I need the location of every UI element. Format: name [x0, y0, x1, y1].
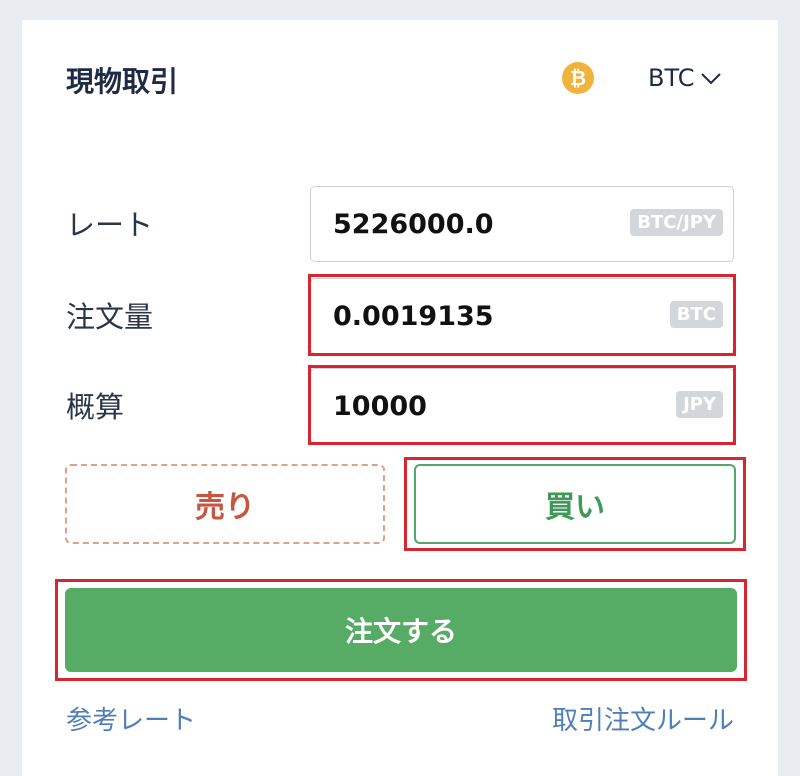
bitcoin-symbol: ₿ [569, 65, 587, 90]
reference-rate-link[interactable]: 参考レート [66, 700, 196, 737]
bitcoin-icon: ₿ [562, 62, 594, 94]
trading-rules-link[interactable]: 取引注文ルール [552, 700, 734, 737]
place-order-button[interactable]: 注文する [65, 588, 737, 672]
estimate-unit-badge: JPY [676, 391, 723, 418]
rate-label: レート [66, 208, 154, 242]
amount-label: 注文量 [66, 300, 154, 334]
rate-unit-badge: BTC/JPY [630, 209, 723, 236]
page-title: 現物取引 [66, 65, 179, 98]
chevron-down-icon [701, 73, 722, 85]
estimate-field[interactable]: JPY [310, 368, 734, 444]
amount-field[interactable]: BTC [310, 278, 734, 354]
amount-input[interactable] [311, 299, 625, 333]
estimate-input[interactable] [311, 389, 625, 423]
estimate-label: 概算 [66, 390, 125, 424]
buy-button[interactable]: 買い [414, 464, 736, 544]
rate-input[interactable] [311, 207, 625, 241]
currency-label: BTC [648, 64, 695, 92]
currency-selector[interactable]: BTC [648, 62, 722, 94]
rate-field[interactable]: BTC/JPY [310, 186, 734, 262]
sell-button[interactable]: 売り [65, 464, 385, 544]
amount-unit-badge: BTC [669, 301, 723, 328]
